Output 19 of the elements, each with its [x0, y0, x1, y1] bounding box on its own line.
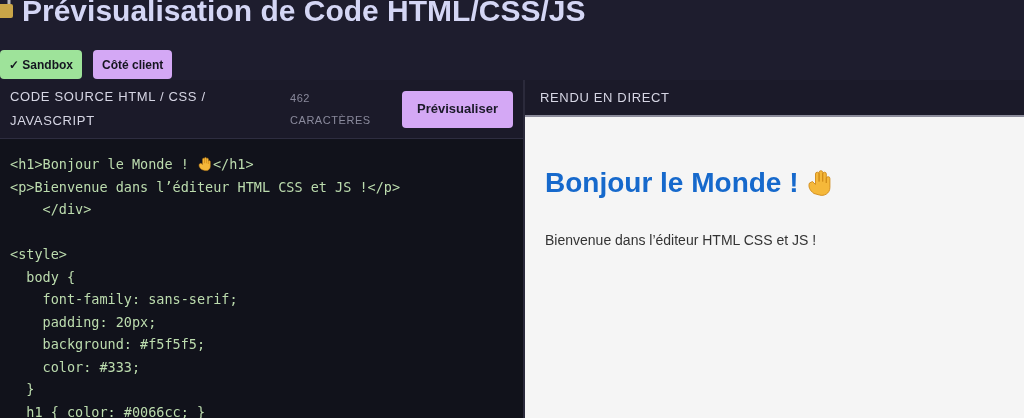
preview-button[interactable]: Prévisualiser	[402, 90, 513, 128]
code-line: h1 { color: #0066cc; }	[25, 402, 207, 418]
code-line: <h1>Bonjour le Monde ! </h1>	[10, 155, 255, 175]
code-line: body {	[25, 267, 77, 287]
preview-heading: Bonjour le Monde !	[545, 166, 799, 200]
code-line: background: #f5f5f5;	[41, 335, 207, 354]
panel-title: CODE SOURCE HTML / CSS / JAVASCRIPT	[10, 88, 207, 130]
code-line: </div>	[41, 200, 93, 219]
code-line: padding: 20px;	[41, 312, 158, 332]
panel-title: RENDU EN DIRECT	[525, 80, 1024, 117]
preview-paragraph: Bienvenue dans l’éditeur HTML CSS et JS !	[545, 231, 818, 250]
code-line: }	[25, 380, 36, 399]
badge: Côté client	[93, 50, 173, 79]
code-line: color: #333;	[41, 357, 142, 377]
code-line: font-family: sans-serif;	[41, 290, 239, 309]
character-count: 462 CARACTÈRES	[290, 91, 372, 128]
badge: ✓ Sandbox	[0, 50, 82, 79]
code-line: <p>Bienvenue dans l’éditeur HTML CSS et JS !</p>	[10, 177, 402, 197]
code-line: <style>	[10, 245, 68, 264]
